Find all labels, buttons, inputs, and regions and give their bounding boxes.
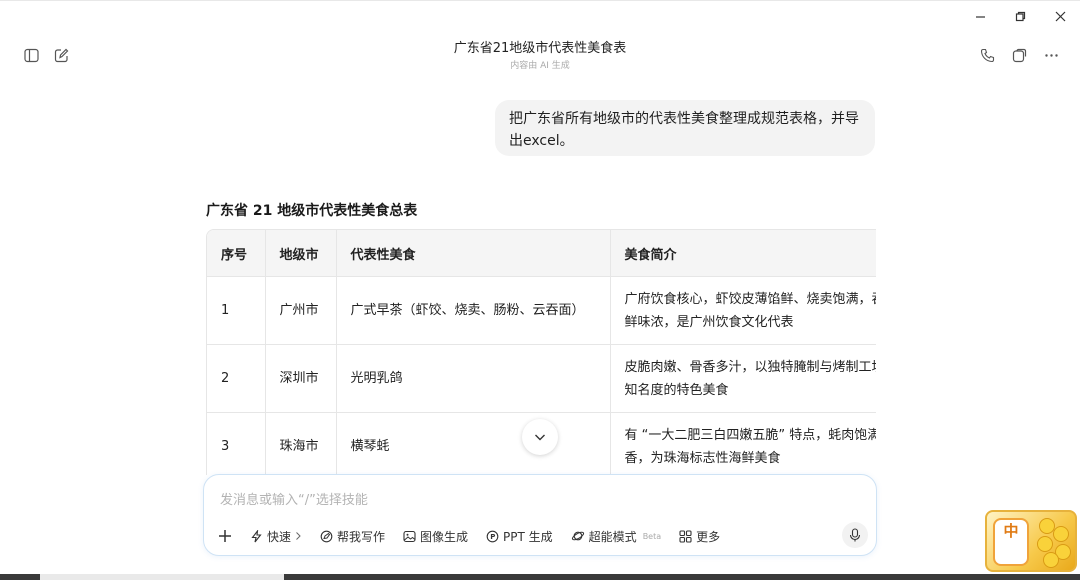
ppt-gen-label: PPT 生成 bbox=[503, 529, 553, 544]
svg-text:P: P bbox=[490, 533, 495, 541]
orbit-icon bbox=[571, 531, 584, 541]
cell-food: 广式早茶（虾饺、烧卖、肠粉、云吞面） bbox=[336, 276, 611, 345]
window-titlebar bbox=[0, 0, 1080, 31]
ime-widget[interactable]: 中 bbox=[985, 510, 1077, 572]
share-icon bbox=[1012, 48, 1026, 62]
scroll-to-bottom-button[interactable] bbox=[522, 419, 558, 455]
close-button[interactable] bbox=[1040, 1, 1080, 31]
close-icon bbox=[1055, 11, 1065, 21]
image-gen-button[interactable]: 图像生成 bbox=[403, 528, 468, 545]
help-write-button[interactable]: 帮我写作 bbox=[320, 528, 385, 545]
cell-no: 1 bbox=[207, 276, 266, 345]
cell-food: 横琴蚝 bbox=[336, 412, 611, 475]
table-row: 2 深圳市 光明乳鸽 皮脆肉嫩、骨香多汁，以独特腌制与烤制工圳最具知名度的特色美… bbox=[207, 344, 876, 413]
more-tools-button[interactable]: 更多 bbox=[679, 528, 720, 545]
cell-no: 3 bbox=[207, 412, 266, 475]
share-button[interactable] bbox=[1010, 46, 1028, 64]
image-icon bbox=[403, 530, 416, 542]
microphone-icon bbox=[849, 528, 861, 542]
column-header-no: 序号 bbox=[207, 230, 266, 277]
cell-desc: 皮脆肉嫩、骨香多汁，以独特腌制与烤制工圳最具知名度的特色美食 bbox=[610, 344, 876, 413]
fast-mode-label: 快速 bbox=[267, 529, 292, 544]
flower-icon bbox=[1037, 536, 1053, 552]
super-mode-label: 超能模式 bbox=[588, 529, 637, 544]
cell-city: 广州市 bbox=[265, 276, 337, 345]
attach-button[interactable] bbox=[218, 529, 232, 543]
minimize-icon bbox=[975, 15, 985, 18]
minimize-button[interactable] bbox=[960, 1, 1000, 31]
table-row: 1 广州市 广式早茶（虾饺、烧卖、肠粉、云吞面） 广府饮食核心，虾饺皮薄馅鲜、烧… bbox=[207, 276, 876, 345]
chat-title[interactable]: 广东省21地级市代表性美食表 bbox=[0, 40, 1080, 58]
flower-icon bbox=[1053, 526, 1069, 542]
message-composer[interactable]: 发消息或输入“/”选择技能 快速 帮我写作 图像生成 P PPT 生成 超能模式… bbox=[203, 474, 877, 556]
ppt-gen-button[interactable]: P PPT 生成 bbox=[486, 528, 553, 545]
image-gen-label: 图像生成 bbox=[420, 529, 469, 544]
cell-city: 深圳市 bbox=[265, 344, 337, 413]
flower-icon bbox=[1043, 552, 1059, 568]
super-mode-button[interactable]: 超能模式 Beta bbox=[571, 528, 661, 545]
ellipsis-icon bbox=[1044, 53, 1058, 57]
ime-mode-label: 中 bbox=[993, 518, 1029, 566]
header-right-tools bbox=[978, 46, 1060, 64]
cell-city: 珠海市 bbox=[265, 412, 337, 475]
lightning-icon bbox=[251, 529, 262, 542]
grid-icon bbox=[679, 529, 692, 543]
app-window: 广东省21地级市代表性美食表 内容由 AI 生成 把广东省所有地级市的代表性美食… bbox=[0, 0, 1080, 580]
voice-input-button[interactable] bbox=[842, 522, 868, 548]
chevron-down-icon bbox=[535, 434, 545, 441]
beta-badge: Beta bbox=[642, 531, 662, 541]
chat-header: 广东省21地级市代表性美食表 内容由 AI 生成 bbox=[0, 36, 1080, 80]
phone-icon bbox=[980, 48, 994, 62]
more-options-button[interactable] bbox=[1042, 46, 1060, 64]
column-header-food: 代表性美食 bbox=[336, 230, 611, 277]
chevron-right-icon bbox=[296, 532, 301, 540]
column-header-city: 地级市 bbox=[265, 230, 337, 277]
fast-mode-button[interactable]: 快速 bbox=[250, 528, 302, 545]
help-write-label: 帮我写作 bbox=[337, 529, 386, 544]
restore-button[interactable] bbox=[1000, 1, 1040, 31]
write-icon bbox=[320, 530, 333, 542]
call-button[interactable] bbox=[978, 46, 996, 64]
plus-icon bbox=[219, 530, 231, 542]
composer-toolbar: 快速 帮我写作 图像生成 P PPT 生成 超能模式 Beta 更多 bbox=[218, 525, 862, 547]
column-header-desc: 美食简介 bbox=[610, 230, 876, 277]
cell-food: 光明乳鸽 bbox=[336, 344, 611, 413]
answer-heading: 广东省 21 地级市代表性美食总表 bbox=[206, 203, 418, 219]
ppt-icon: P bbox=[486, 530, 499, 542]
taskbar-active-item[interactable] bbox=[40, 574, 284, 580]
restore-icon bbox=[1015, 11, 1025, 21]
cell-no: 2 bbox=[207, 344, 266, 413]
chat-title-block: 广东省21地级市代表性美食表 内容由 AI 生成 bbox=[0, 40, 1080, 72]
user-message-bubble: 把广东省所有地级市的代表性美食整理成规范表格，并导出excel。 bbox=[495, 100, 875, 156]
message-input[interactable]: 发消息或输入“/”选择技能 bbox=[220, 489, 368, 508]
cell-desc: 广府饮食核心，虾饺皮薄馅鲜、烧卖饱满，吞面汤鲜味浓，是广州饮食文化代表 bbox=[610, 276, 876, 345]
table-header-row: 序号 地级市 代表性美食 美食简介 bbox=[207, 230, 876, 277]
ai-generated-note: 内容由 AI 生成 bbox=[510, 61, 570, 71]
cell-desc: 有 “一大二肥三白四嫩五脆” 特点，蚝肉饱满奶香，为珠海标志性海鲜美食 bbox=[610, 412, 876, 475]
more-tools-label: 更多 bbox=[696, 529, 721, 544]
